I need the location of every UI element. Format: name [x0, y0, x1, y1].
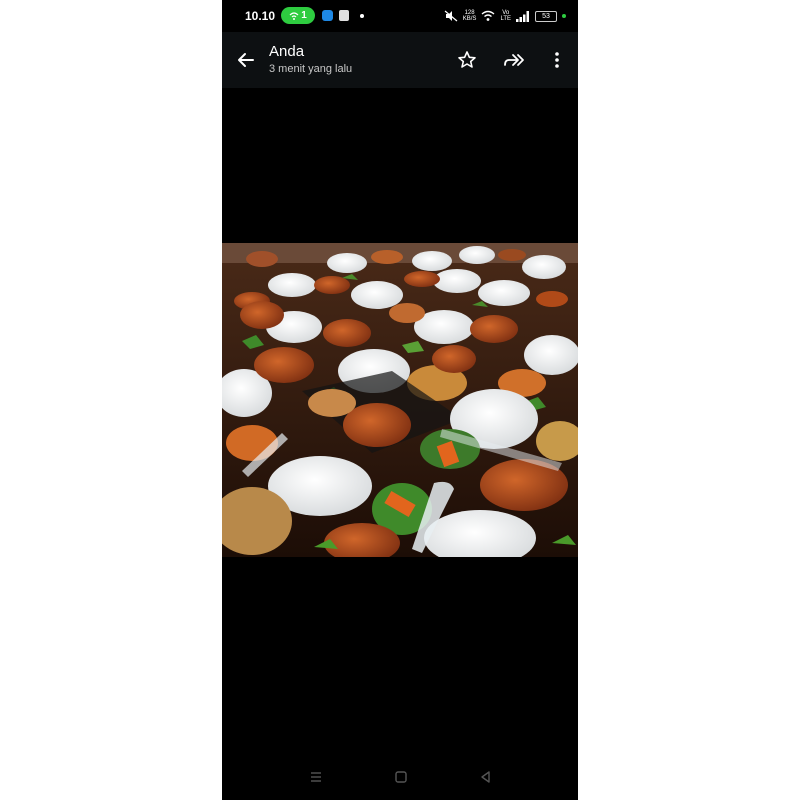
dot-icon: [360, 14, 364, 18]
more-options-button[interactable]: [547, 46, 567, 74]
food-boxes-image: [222, 243, 578, 557]
forward-button[interactable]: [500, 46, 528, 74]
sent-timestamp: 3 menit yang lalu: [269, 63, 353, 75]
forward-icon: [504, 54, 524, 66]
app-notification-icon: [322, 10, 333, 21]
more-vert-icon: [555, 52, 559, 68]
hotspot-count: 1: [301, 10, 307, 21]
volte-bottom: LTE: [500, 16, 511, 22]
status-right-icons: 128 KB/S Vo LTE 53: [444, 8, 566, 24]
network-speed-unit: KB/S: [462, 16, 477, 22]
star-icon: [458, 51, 476, 68]
status-time: 10.10: [245, 9, 276, 23]
recents-icon[interactable]: [308, 769, 324, 785]
status-bar: 10.10 1 128 KB/S Vo LTE 53: [222, 0, 578, 32]
back-triangle-icon[interactable]: [478, 769, 494, 785]
phone-screen: 10.10 1 128 KB/S Vo LTE 53 Anda 3 menit …: [222, 0, 578, 800]
charging-dot: [562, 14, 566, 18]
back-button[interactable]: [232, 46, 260, 74]
back-arrow-icon: [238, 53, 254, 67]
mute-icon: [444, 10, 458, 22]
app-bar: Anda 3 menit yang lalu: [222, 32, 578, 88]
wifi-icon: [481, 10, 495, 21]
star-button[interactable]: [454, 46, 480, 74]
network-speed: 128 KB/S: [463, 10, 477, 22]
volte-indicator: Vo LTE: [500, 10, 511, 22]
home-icon[interactable]: [394, 770, 408, 784]
sender-name: Anda: [269, 43, 305, 60]
hotspot-icon: [289, 11, 299, 20]
signal-icon: [516, 10, 529, 22]
navigation-bar: [222, 760, 578, 796]
battery-icon: 53: [535, 10, 557, 22]
shopping-bag-icon: [339, 10, 349, 21]
hotspot-indicator: 1: [281, 7, 315, 24]
media-photo[interactable]: [222, 243, 578, 557]
